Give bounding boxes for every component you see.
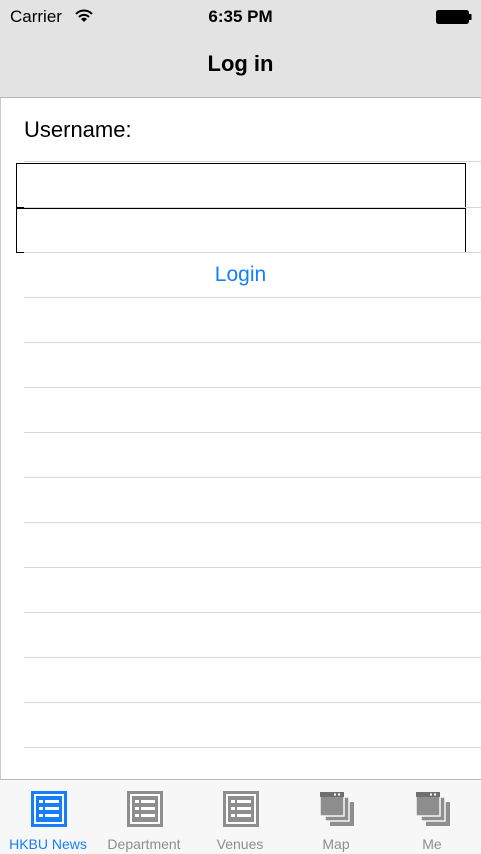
row-separator (24, 612, 481, 613)
list-icon (223, 791, 259, 827)
row-separator (24, 161, 481, 162)
stacked-windows-icon (319, 791, 354, 826)
status-bar: Carrier 6:35 PM (0, 0, 481, 36)
tab-label: Venues (216, 836, 264, 852)
list-icon (31, 791, 67, 827)
row-separator (24, 342, 481, 343)
password-field[interactable] (16, 208, 466, 253)
row-separator (24, 252, 481, 253)
tab-hkbu-news[interactable]: HKBU News (0, 780, 96, 854)
tab-label: Department (107, 836, 181, 852)
stacked-windows-icon (415, 791, 450, 826)
battery-full-icon (436, 10, 472, 24)
row-separator (24, 387, 481, 388)
row-separator (24, 477, 481, 478)
page-title: Log in (207, 51, 274, 76)
tab-label: HKBU News (9, 836, 87, 852)
clock-time: 6:35 PM (208, 7, 273, 26)
row-separator (24, 657, 481, 658)
username-field[interactable] (16, 163, 466, 208)
row-separator (24, 297, 481, 298)
tab-label: Me (422, 836, 442, 852)
navigation-bar: Log in (0, 36, 481, 98)
tab-bar: HKBU News Department Venues Map Me (0, 779, 481, 854)
login-screen: Carrier 6:35 PM Log in Username: Login H… (0, 0, 481, 854)
row-separator (24, 747, 481, 748)
tab-venues[interactable]: Venues (192, 780, 288, 854)
username-label: Username: (24, 117, 132, 142)
tab-label: Map (322, 836, 350, 852)
row-separator (24, 702, 481, 703)
tab-department[interactable]: Department (96, 780, 192, 854)
tab-me[interactable]: Me (384, 780, 480, 854)
tab-map[interactable]: Map (288, 780, 384, 854)
row-separator (24, 522, 481, 523)
window-edge (0, 0, 1, 853)
list-icon (127, 791, 163, 827)
row-separator (24, 567, 481, 568)
row-separator (24, 432, 481, 433)
login-button[interactable]: Login (0, 263, 481, 287)
